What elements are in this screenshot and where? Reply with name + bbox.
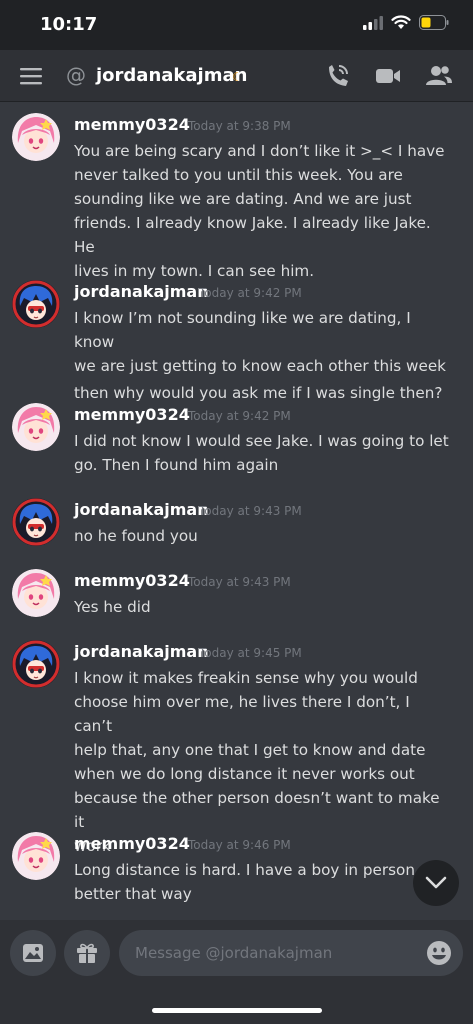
message-author[interactable]: jordanakajman (74, 642, 209, 661)
blue-anime-avatar-icon (12, 498, 60, 546)
menu-icon[interactable] (20, 66, 44, 86)
wifi-icon (391, 15, 411, 29)
avatar[interactable] (12, 113, 60, 161)
message-line: I did not know I would see Jake. I was g… (74, 432, 449, 450)
message-line: I know it makes freakin sense why you wo… (74, 669, 418, 687)
blue-anime-avatar-icon (12, 640, 60, 688)
message-line: choose him over me, he lives there I don… (74, 693, 410, 735)
message-line: we are just getting to know each other t… (74, 357, 446, 375)
message-timestamp: Today at 9:43 PM (199, 504, 302, 518)
message-content: no he found you (74, 524, 452, 548)
message-author[interactable]: memmy0324 (74, 405, 190, 424)
message-line: because the other person doesn’t want to… (74, 789, 440, 831)
message-author[interactable]: memmy0324 (74, 115, 190, 134)
members-icon[interactable] (425, 63, 453, 89)
message-line: help that, any one that I get to know an… (74, 741, 426, 759)
cellular-signal-icon (363, 15, 383, 30)
message-content: I did not know I would see Jake. I was g… (74, 429, 452, 477)
message-line: go. Then I found him again (74, 456, 279, 474)
message-content: I know I’m not sounding like we are dati… (74, 306, 452, 405)
message-line: when we do long distance it never works … (74, 765, 415, 783)
emoji-icon[interactable] (426, 940, 452, 966)
message-line: You are being scary and I don’t like it … (74, 142, 445, 160)
message-timestamp: Today at 9:43 PM (188, 575, 291, 589)
message-timestamp: Today at 9:42 PM (188, 409, 291, 423)
message-line: sounding like we are dating. And we are … (74, 190, 412, 208)
video-call-icon[interactable] (374, 63, 402, 89)
gift-icon (77, 943, 97, 963)
moon-icon: ☾ (232, 70, 243, 84)
message-content: I know it makes freakin sense why you wo… (74, 666, 452, 858)
message-timestamp: Today at 9:45 PM (199, 646, 302, 660)
avatar[interactable] (12, 403, 60, 451)
image-icon (23, 944, 43, 962)
message-author[interactable]: memmy0324 (74, 834, 190, 853)
message-content: Long distance is hard. I have a boy in p… (74, 858, 452, 906)
message-timestamp: Today at 9:38 PM (188, 119, 291, 133)
message-line: then why would you ask me if I was singl… (74, 384, 443, 402)
avatar[interactable] (12, 832, 60, 880)
message-timestamp: Today at 9:46 PM (188, 838, 291, 852)
message-line: never talked to you until this week. You… (74, 166, 403, 184)
message-input[interactable] (119, 930, 463, 976)
message-line: lives in my town. I can see him. (74, 262, 315, 280)
voice-call-icon[interactable] (324, 63, 352, 89)
status-time: 10:17 (40, 14, 98, 35)
message-content: Yes he did (74, 595, 452, 619)
avatar[interactable] (12, 498, 60, 546)
at-symbol: @ (66, 63, 86, 87)
message-line: Long distance is hard. I have a boy in p… (74, 861, 448, 879)
chevron-down-icon (425, 876, 447, 889)
message-line: Yes he did (74, 598, 151, 616)
message-line: friends. I already know Jake. I already … (74, 214, 431, 256)
message-line: I know I’m not sounding like we are dati… (74, 309, 411, 351)
home-indicator[interactable] (152, 1008, 322, 1013)
avatar[interactable] (12, 569, 60, 617)
message-author[interactable]: memmy0324 (74, 571, 190, 590)
message-list[interactable]: memmy0324 Today at 9:38 PM You are being… (0, 103, 473, 920)
avatar[interactable] (12, 640, 60, 688)
pink-anime-avatar-icon (12, 832, 60, 880)
message-line: no he found you (74, 527, 198, 545)
message-timestamp: Today at 9:42 PM (199, 286, 302, 300)
message-author[interactable]: jordanakajman (74, 282, 209, 301)
battery-icon (419, 15, 449, 30)
status-icons (363, 15, 449, 30)
attach-image-button[interactable] (10, 930, 56, 976)
scroll-to-bottom-button[interactable] (413, 860, 459, 906)
channel-header: @ jordanakajman ☾ (0, 50, 473, 102)
dm-username[interactable]: jordanakajman (96, 65, 247, 86)
pink-anime-avatar-icon (12, 403, 60, 451)
pink-anime-avatar-icon (12, 113, 60, 161)
message-author[interactable]: jordanakajman (74, 500, 209, 519)
message-line: better that way (74, 885, 192, 903)
avatar[interactable] (12, 280, 60, 328)
gift-button[interactable] (64, 930, 110, 976)
blue-anime-avatar-icon (12, 280, 60, 328)
message-content: You are being scary and I don’t like it … (74, 139, 452, 283)
status-bar: 10:17 (0, 0, 473, 50)
pink-anime-avatar-icon (12, 569, 60, 617)
